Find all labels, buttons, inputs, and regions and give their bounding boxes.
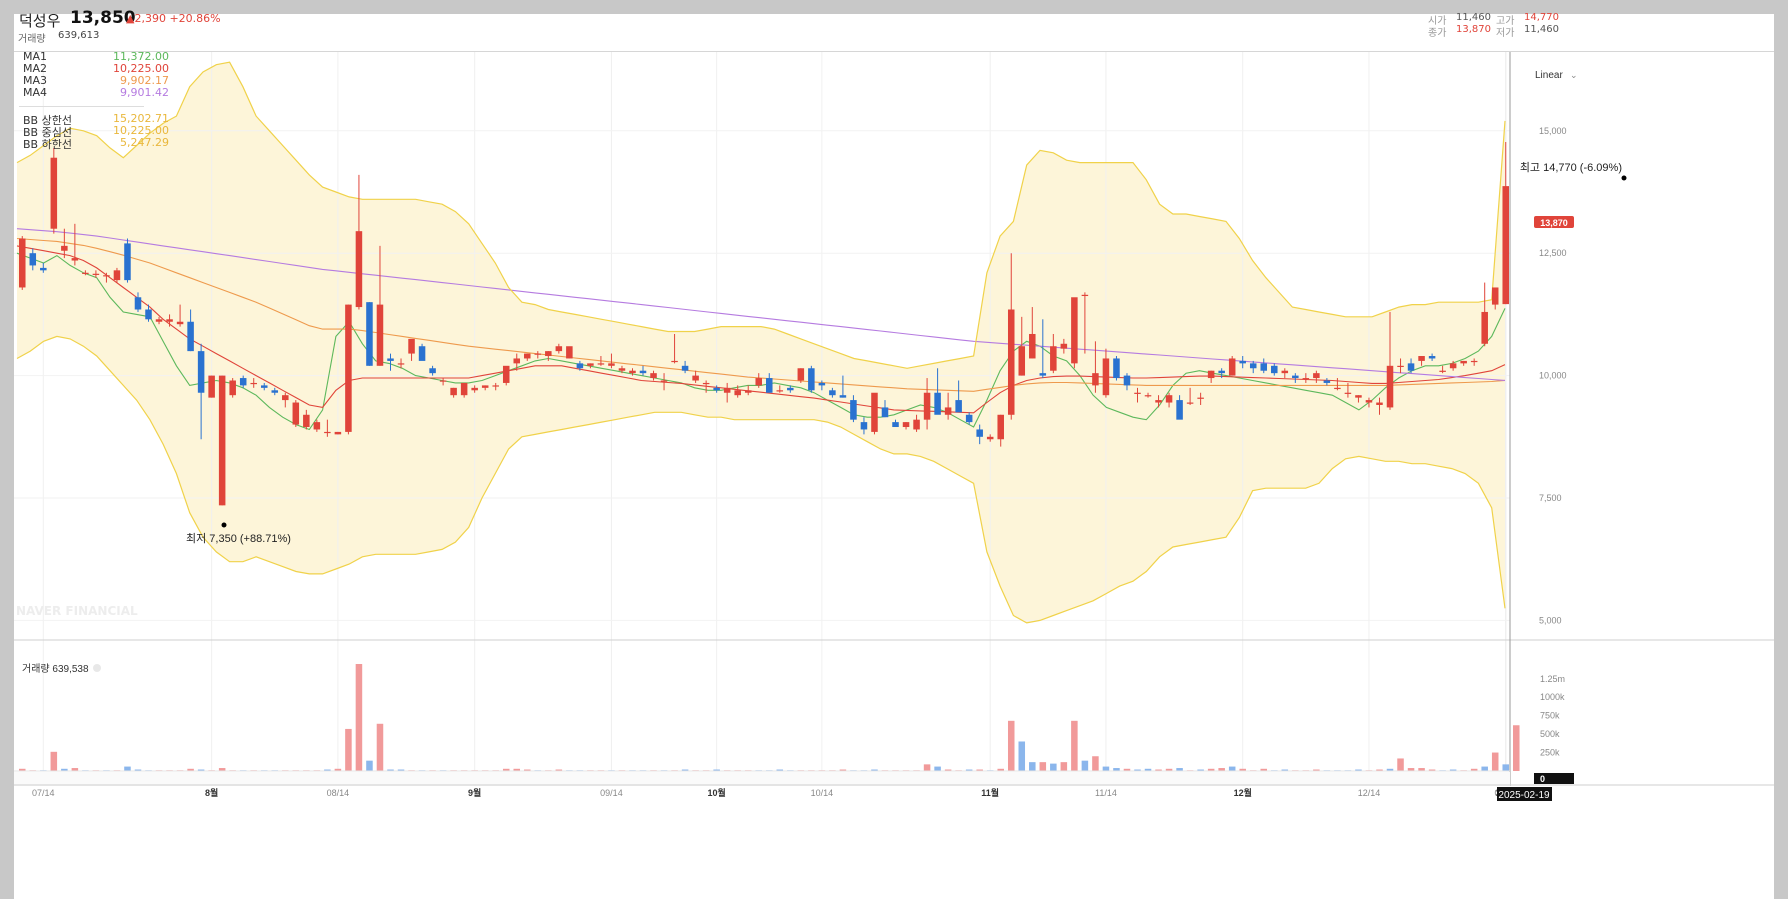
candle[interactable] [334,431,342,435]
volume-bar [376,723,384,771]
x-tick-label: 07/14 [32,788,55,798]
candle[interactable] [18,236,26,290]
scale-mode-label[interactable]: Linear [1535,70,1563,81]
price-tick-label: 7,500 [1539,493,1562,503]
volume-bar [124,766,131,771]
volume-bars [18,664,1520,772]
volume-bar [1081,760,1089,771]
ohlc-close: 종가 13,870 [1428,24,1491,39]
candle[interactable] [418,343,426,361]
volume-bar [1060,762,1068,771]
volume-bar [1007,720,1015,771]
price-tick-label: 5,000 [1539,615,1562,625]
chevron-down-icon[interactable]: ⌄ [1570,70,1578,80]
volume-bar [1029,762,1036,771]
current-date-value: 2025-02-19 [1498,790,1550,801]
legend-name: BB 하한선 [23,138,72,151]
price-tick-label: 12,500 [1539,248,1567,258]
settings-icon[interactable] [93,664,101,672]
low-marker [221,522,227,528]
candle[interactable] [208,375,215,398]
candle[interactable] [1113,356,1120,381]
x-tick-label: 12/14 [1358,788,1381,798]
legend-item: MA4 9,901.42 [23,86,173,99]
header-bar: 덕성우 13,850 ▲2,390 +20.86% 거래량 639,613 시가… [14,8,1774,52]
x-tick-label: 10월 [708,787,726,798]
candle[interactable] [871,392,878,435]
high-marker [1621,175,1627,181]
candle[interactable] [808,365,815,393]
legend-name: MA4 [23,86,48,99]
legend-divider [19,106,144,107]
legend-value: 9,901.42 [120,86,169,99]
volume-tick-label: 750k [1540,711,1560,721]
volume-bar [366,760,373,771]
price-change: ▲2,390 +20.86% [126,12,221,25]
x-tick-label: 8월 [205,787,218,798]
volume-tick-label: 1000k [1540,692,1565,702]
x-tick-label: 12월 [1234,787,1252,798]
candle[interactable] [502,365,510,386]
high-annotation: 최고 14,770 (-6.09%) [1520,161,1622,174]
candle[interactable] [1481,282,1488,347]
low-annotation: 최저 7,350 (+88.71%) [186,532,291,545]
x-tick-label: 11월 [981,787,999,798]
volume-bar [1050,763,1057,771]
candle[interactable] [1228,356,1236,376]
volume-bar [1512,725,1520,771]
candle[interactable] [355,174,363,310]
candle[interactable] [124,238,131,283]
watermark: NAVER FINANCIAL [16,604,138,618]
volume-tick-label: 250k [1540,748,1560,758]
current-price-value: 13,870 [1540,218,1568,228]
x-tick-label: 10/14 [811,788,834,798]
volume-bar [1039,762,1047,771]
volume-bar [355,664,363,771]
volume-value: 639,613 [58,30,100,41]
candle[interactable] [292,400,300,428]
price-tick-label: 15,000 [1539,126,1567,136]
legend-item: BB 하한선 5,247.29 [23,136,173,152]
volume-label: 거래량 [18,34,46,45]
current-volume-value: 0 [1540,774,1545,784]
volume-bar [1481,766,1488,771]
candle[interactable] [1071,297,1078,369]
volume-tick-label: 1.25m [1540,674,1565,684]
volume-bar [1102,766,1110,771]
volume-bar [1071,720,1078,771]
volume-bar [50,751,58,771]
candle[interactable] [50,147,58,234]
chart-frame: 5,000 7,500 10,000 12,500 15,000 250k 500k 750k… [14,8,1774,899]
x-tick-label: 9월 [468,787,481,798]
x-tick-label: 09/14 [600,788,623,798]
candle[interactable] [218,375,226,506]
volume-bar [934,766,941,771]
x-tick-label: 08/14 [327,788,350,798]
candle[interactable] [229,378,236,398]
volume-bar [345,728,352,771]
stock-name: 덕성우 [19,12,61,30]
price-chart[interactable]: 5,000 7,500 10,000 12,500 15,000 250k 500k 750k… [14,14,1774,899]
candle[interactable] [345,304,352,435]
volume-bar [1491,752,1499,771]
candle[interactable] [366,302,373,366]
candle[interactable] [566,346,573,359]
volume-bar [1092,756,1099,771]
volume-bar [1228,766,1236,771]
ohlc-low: 저가 11,460 [1496,24,1559,39]
volume-bar [1018,741,1026,771]
x-tick-label: 11/14 [1095,788,1117,798]
legend-value: 5,247.29 [120,136,169,149]
volume-bar [923,764,931,771]
volume-panel-label: 거래량 639,538 [22,663,89,675]
volume-bar [1502,764,1510,771]
volume-tick-label: 500k [1540,729,1560,739]
price-tick-label: 10,000 [1539,371,1567,381]
volume-bar [1397,758,1404,771]
